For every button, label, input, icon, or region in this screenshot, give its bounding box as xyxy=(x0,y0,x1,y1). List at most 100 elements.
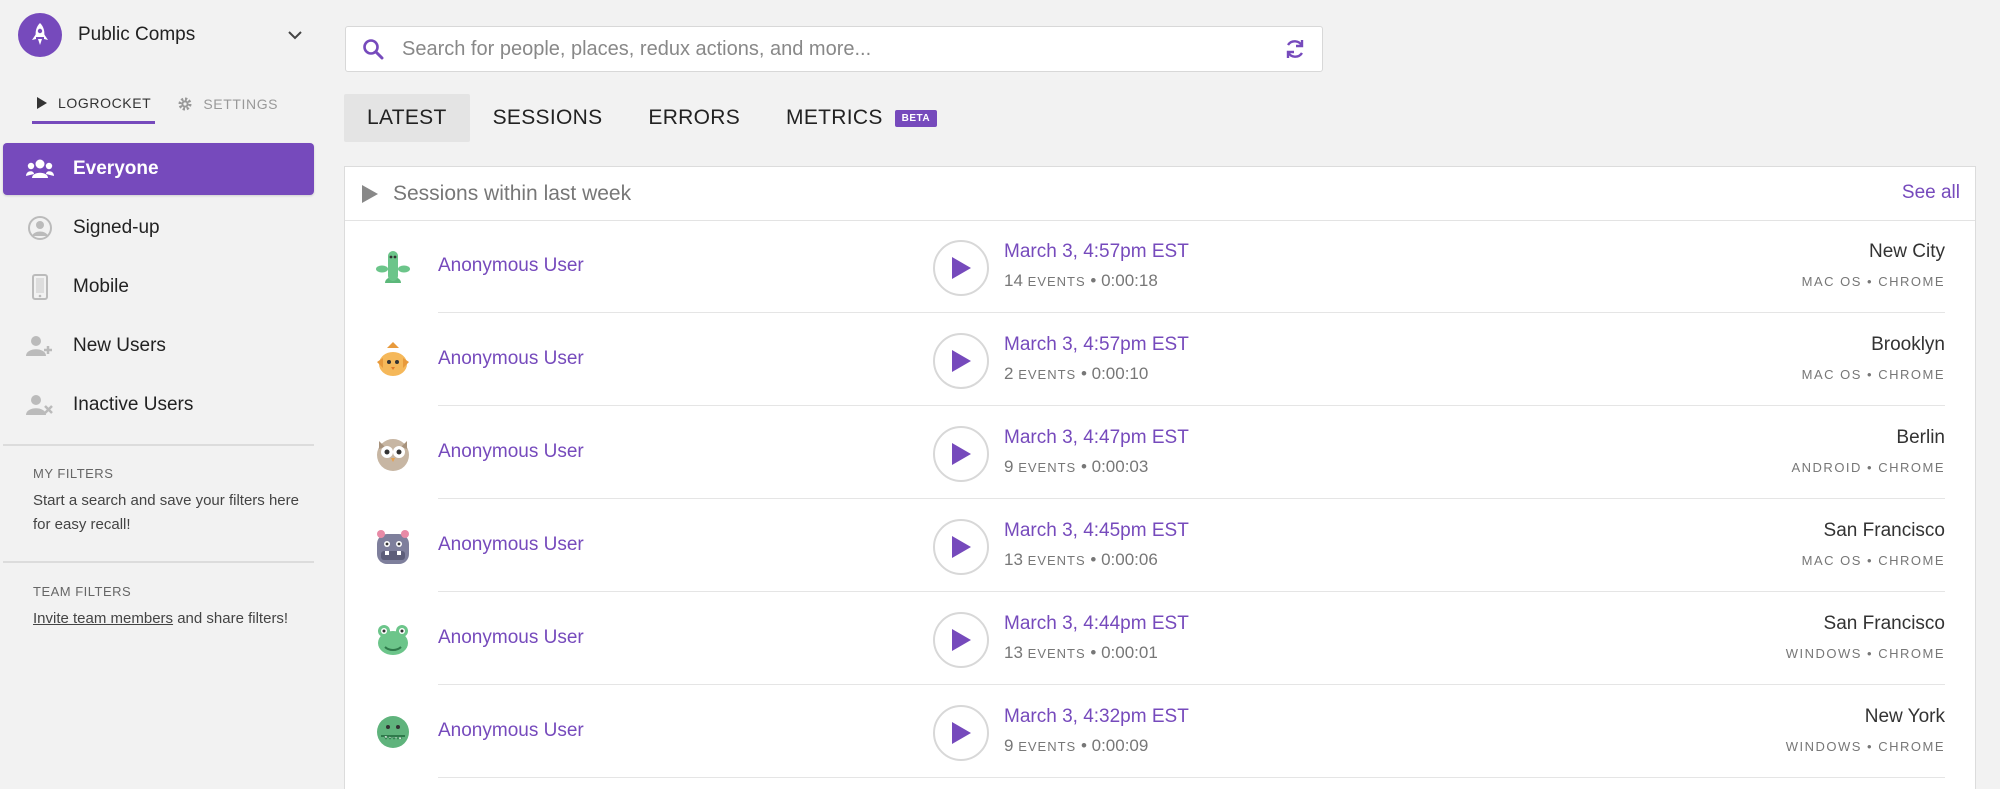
refresh-icon[interactable] xyxy=(1283,37,1307,61)
session-meta: 9 EVENTS • 0:00:03 xyxy=(1004,457,1149,476)
nav-item-signed-up[interactable]: Signed-up xyxy=(3,202,314,254)
row-divider xyxy=(438,405,1945,406)
session-time-link[interactable]: March 3, 4:47pm EST xyxy=(1004,427,1189,449)
tab-label: METRICS xyxy=(786,106,883,129)
session-meta: 14 EVENTS • 0:00:18 xyxy=(1004,271,1158,290)
play-session-button[interactable] xyxy=(933,240,989,296)
session-row[interactable]: Anonymous User March 3, 4:57pm EST 14 EVEN… xyxy=(345,221,1975,313)
play-icon xyxy=(37,96,47,109)
session-meta: 2 EVENTS • 0:00:10 xyxy=(1004,364,1149,383)
mode-label: SETTINGS xyxy=(203,96,279,112)
user-name-link[interactable]: Anonymous User xyxy=(438,627,584,649)
event-count: 13 xyxy=(1004,550,1023,569)
mobile-phone-icon xyxy=(25,274,55,300)
play-icon xyxy=(952,257,971,279)
event-count: 13 xyxy=(1004,643,1023,662)
nav-item-new-users[interactable]: New Users xyxy=(3,320,314,372)
user-name-link[interactable]: Anonymous User xyxy=(438,255,584,277)
session-browser: CHROME xyxy=(1878,739,1945,754)
divider xyxy=(3,561,314,563)
see-all-link[interactable]: See all xyxy=(1902,182,1960,204)
tab-errors[interactable]: ERRORS xyxy=(625,94,763,142)
session-city: San Francisco xyxy=(1823,520,1945,541)
session-duration: 0:00:03 xyxy=(1091,457,1149,476)
session-duration: 0:00:10 xyxy=(1091,364,1149,383)
org-switcher[interactable]: Public Comps xyxy=(18,12,314,58)
session-os: MAC OS xyxy=(1801,553,1862,568)
green-worm-avatar xyxy=(371,245,415,289)
tab-label: ERRORS xyxy=(648,106,741,129)
session-row[interactable]: Anonymous User March 3, 4:47pm EST 9 EVENT… xyxy=(345,407,1975,499)
user-name-link[interactable]: Anonymous User xyxy=(438,441,584,463)
session-duration: 0:00:06 xyxy=(1101,550,1158,569)
invite-team-members-link[interactable]: Invite team members xyxy=(33,610,173,627)
sessions-panel-title: Sessions within last week xyxy=(393,181,632,205)
events-label: EVENTS xyxy=(1018,739,1077,754)
my-filters-text: Start a search and save your filters her… xyxy=(33,492,299,533)
mode-label: LOGROCKET xyxy=(58,94,152,111)
team-filters-section: TEAM FILTERS Invite team members and sha… xyxy=(33,584,303,631)
search-input[interactable] xyxy=(402,37,1283,61)
tab-label: LATEST xyxy=(367,106,447,129)
hippo-avatar xyxy=(371,524,415,568)
session-city: San Francisco xyxy=(1823,613,1945,634)
gear-icon xyxy=(178,97,192,111)
tab-sessions[interactable]: SESSIONS xyxy=(470,94,626,142)
divider xyxy=(3,444,314,446)
events-label: EVENTS xyxy=(1018,460,1077,475)
event-count: 9 xyxy=(1004,736,1014,755)
people-group-icon xyxy=(25,156,55,182)
session-os: WINDOWS xyxy=(1785,739,1862,754)
play-session-button[interactable] xyxy=(933,426,989,482)
session-city: New City xyxy=(1868,241,1945,262)
mode-switcher: LOGROCKET SETTINGS xyxy=(32,92,300,124)
org-name: Public Comps xyxy=(78,24,196,45)
session-time-link[interactable]: March 3, 4:57pm EST xyxy=(1004,241,1189,263)
nav-item-inactive-users[interactable]: Inactive Users xyxy=(3,379,314,431)
play-session-button[interactable] xyxy=(933,519,989,575)
session-time-link[interactable]: March 3, 4:57pm EST xyxy=(1004,334,1189,356)
session-duration: 0:00:09 xyxy=(1091,736,1149,755)
events-label: EVENTS xyxy=(1027,646,1086,661)
my-filters-heading: MY FILTERS xyxy=(33,466,114,481)
row-divider xyxy=(438,312,1945,313)
session-city: Berlin xyxy=(1896,427,1945,448)
session-row[interactable]: Anonymous User March 3, 4:57pm EST 2 EVENT… xyxy=(345,314,1975,406)
user-name-link[interactable]: Anonymous User xyxy=(438,720,584,742)
play-session-button[interactable] xyxy=(933,612,989,668)
play-session-button[interactable] xyxy=(933,705,989,761)
user-circle-icon xyxy=(25,215,55,241)
session-time-link[interactable]: March 3, 4:45pm EST xyxy=(1004,520,1189,542)
session-time-link[interactable]: March 3, 4:44pm EST xyxy=(1004,613,1189,635)
events-label: EVENTS xyxy=(1018,367,1077,382)
play-session-button[interactable] xyxy=(933,333,989,389)
session-os: ANDROID xyxy=(1791,460,1862,475)
mode-logrocket[interactable]: LOGROCKET xyxy=(32,92,156,124)
nav-item-everyone[interactable]: Everyone xyxy=(3,143,314,195)
session-meta: 13 EVENTS • 0:00:06 xyxy=(1004,550,1158,569)
tab-latest[interactable]: LATEST xyxy=(344,94,470,142)
play-icon xyxy=(362,184,378,203)
mode-settings[interactable]: SETTINGS xyxy=(173,92,282,124)
session-platform: WINDOWS • CHROME xyxy=(1785,646,1945,661)
team-filters-text: Invite team members and share filters! xyxy=(33,607,303,631)
team-filters-suffix: and share filters! xyxy=(173,610,289,627)
session-time-link[interactable]: March 3, 4:32pm EST xyxy=(1004,706,1189,728)
beta-badge: BETA xyxy=(894,109,938,127)
session-row[interactable]: Anonymous User March 3, 4:44pm EST 13 EVEN… xyxy=(345,593,1975,685)
events-label: EVENTS xyxy=(1027,553,1086,568)
session-row[interactable]: Anonymous User March 3, 4:32pm EST 9 EVENT… xyxy=(345,686,1975,778)
user-name-link[interactable]: Anonymous User xyxy=(438,534,584,556)
orange-bird-avatar xyxy=(371,338,415,382)
nav-item-mobile[interactable]: Mobile xyxy=(3,261,314,313)
tab-metrics[interactable]: METRICS BETA xyxy=(763,94,960,142)
row-divider xyxy=(438,777,1945,778)
session-row[interactable]: Anonymous User March 3, 4:45pm EST 13 EVEN… xyxy=(345,500,1975,592)
play-icon xyxy=(952,350,971,372)
session-platform: MAC OS • CHROME xyxy=(1801,553,1945,568)
session-os: MAC OS xyxy=(1801,274,1862,289)
user-name-link[interactable]: Anonymous User xyxy=(438,348,584,370)
chevron-down-icon[interactable] xyxy=(286,26,304,44)
tab-label: SESSIONS xyxy=(492,106,603,129)
session-city: New York xyxy=(1864,706,1945,727)
